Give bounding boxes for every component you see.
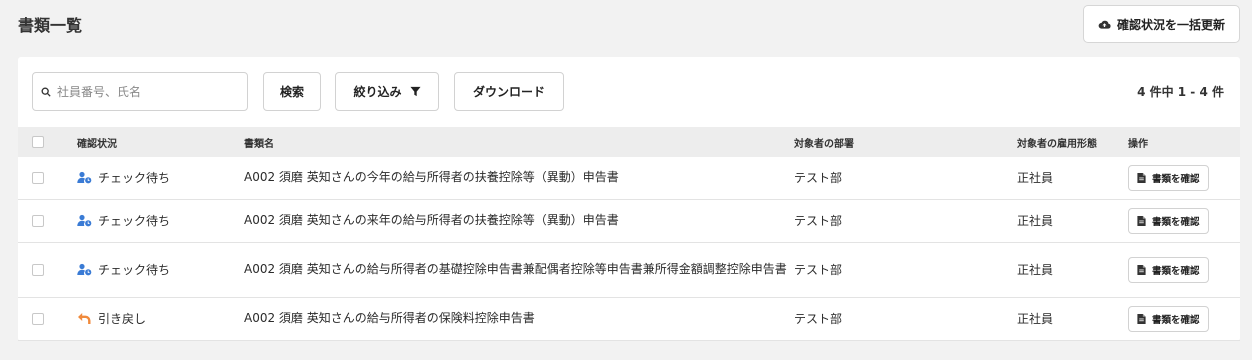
search-icon <box>41 87 51 97</box>
table-row: チェック待ち A002 須磨 英知さんの給与所得者の基礎控除申告書兼配偶者控除等… <box>18 242 1240 298</box>
document-name: A002 須磨 英知さんの給与所得者の基礎控除申告書兼配偶者控除等申告書兼所得金… <box>244 242 794 298</box>
confirm-document-button[interactable]: 書類を確認 <box>1128 207 1209 234</box>
department-cell: テスト部 <box>794 199 1017 243</box>
result-count: 4 件中 1 - 4 件 <box>1137 85 1224 99</box>
status-label: 引き戻し <box>98 312 147 326</box>
bulk-update-button[interactable]: 確認状況を一括更新 <box>1082 5 1240 43</box>
row-checkbox[interactable] <box>32 264 44 276</box>
documents-panel: 検索 絞り込み ダウンロード 4 件中 1 - 4 件 確認状況 書類名 対象者… <box>18 57 1240 341</box>
employment-type-cell: 正社員 <box>1017 242 1128 298</box>
confirm-document-label: 書類を確認 <box>1152 173 1200 185</box>
column-header-document-name: 書類名 <box>244 138 274 150</box>
page-title: 書類一覧 <box>18 16 83 35</box>
filter-button-label: 絞り込み <box>353 85 402 99</box>
document-icon <box>1137 172 1146 183</box>
document-name: A002 須磨 英知さんの今年の給与所得者の扶養控除等（異動）申告書 <box>244 157 794 200</box>
status-label: チェック待ち <box>98 214 171 228</box>
status-label: チェック待ち <box>98 171 171 186</box>
table-row: チェック待ち A002 須磨 英知さんの今年の給与所得者の扶養控除等（異動）申告… <box>18 157 1240 200</box>
confirm-document-button[interactable]: 書類を確認 <box>1128 164 1209 191</box>
download-button-label: ダウンロード <box>472 85 545 99</box>
department-cell: テスト部 <box>794 297 1017 341</box>
search-button[interactable]: 検索 <box>263 72 321 111</box>
confirm-document-label: 書類を確認 <box>1152 265 1200 277</box>
person-clock-icon <box>77 263 92 276</box>
column-header-status: 確認状況 <box>77 138 117 150</box>
document-name: A002 須磨 英知さんの来年の給与所得者の扶養控除等（異動）申告書 <box>244 199 794 243</box>
status-cell: チェック待ち <box>77 212 244 229</box>
download-button[interactable]: ダウンロード <box>454 72 564 111</box>
employment-type-cell: 正社員 <box>1017 297 1128 341</box>
document-icon <box>1137 264 1146 275</box>
status-cell: チェック待ち <box>77 261 244 278</box>
employment-type-cell: 正社員 <box>1017 157 1128 200</box>
table-row: 引き戻し A002 須磨 英知さんの給与所得者の保険料控除申告書 テスト部 正社… <box>18 297 1240 341</box>
status-cell: 引き戻し <box>77 310 244 327</box>
confirm-document-button[interactable]: 書類を確認 <box>1128 305 1209 332</box>
person-clock-icon <box>77 172 92 184</box>
search-box[interactable] <box>32 72 248 111</box>
column-header-actions: 操作 <box>1128 138 1148 150</box>
document-name: A002 須磨 英知さんの給与所得者の保険料控除申告書 <box>244 297 794 341</box>
person-clock-icon <box>77 214 92 227</box>
department-cell: テスト部 <box>794 242 1017 298</box>
select-all-checkbox[interactable] <box>32 136 44 148</box>
table-header-row: 確認状況 書類名 対象者の部署 対象者の雇用形態 操作 <box>18 127 1240 157</box>
search-input[interactable] <box>57 84 237 99</box>
cloud-upload-icon <box>1098 20 1111 29</box>
status-label: チェック待ち <box>98 263 171 277</box>
confirm-document-label: 書類を確認 <box>1152 216 1200 228</box>
column-header-employment-type: 対象者の雇用形態 <box>1017 138 1097 150</box>
row-checkbox[interactable] <box>32 172 44 185</box>
confirm-document-button[interactable]: 書類を確認 <box>1128 256 1209 283</box>
confirm-document-label: 書類を確認 <box>1152 314 1200 326</box>
status-cell: チェック待ち <box>77 169 244 186</box>
employment-type-cell: 正社員 <box>1017 199 1128 243</box>
filter-button[interactable]: 絞り込み <box>335 72 439 111</box>
search-button-label: 検索 <box>279 85 304 99</box>
department-cell: テスト部 <box>794 157 1017 200</box>
row-checkbox[interactable] <box>32 215 44 227</box>
filter-icon <box>409 86 421 97</box>
column-header-department: 対象者の部署 <box>794 138 854 150</box>
document-icon <box>1137 215 1146 226</box>
row-checkbox[interactable] <box>32 313 44 325</box>
document-icon <box>1137 313 1146 324</box>
undo-arrow-icon <box>78 313 91 324</box>
table-row: チェック待ち A002 須磨 英知さんの来年の給与所得者の扶養控除等（異動）申告… <box>18 199 1240 243</box>
toolbar: 検索 絞り込み ダウンロード 4 件中 1 - 4 件 <box>18 57 1240 127</box>
bulk-update-label: 確認状況を一括更新 <box>1116 17 1225 32</box>
documents-table: 確認状況 書類名 対象者の部署 対象者の雇用形態 操作 チェック待ち A002 … <box>18 127 1240 341</box>
